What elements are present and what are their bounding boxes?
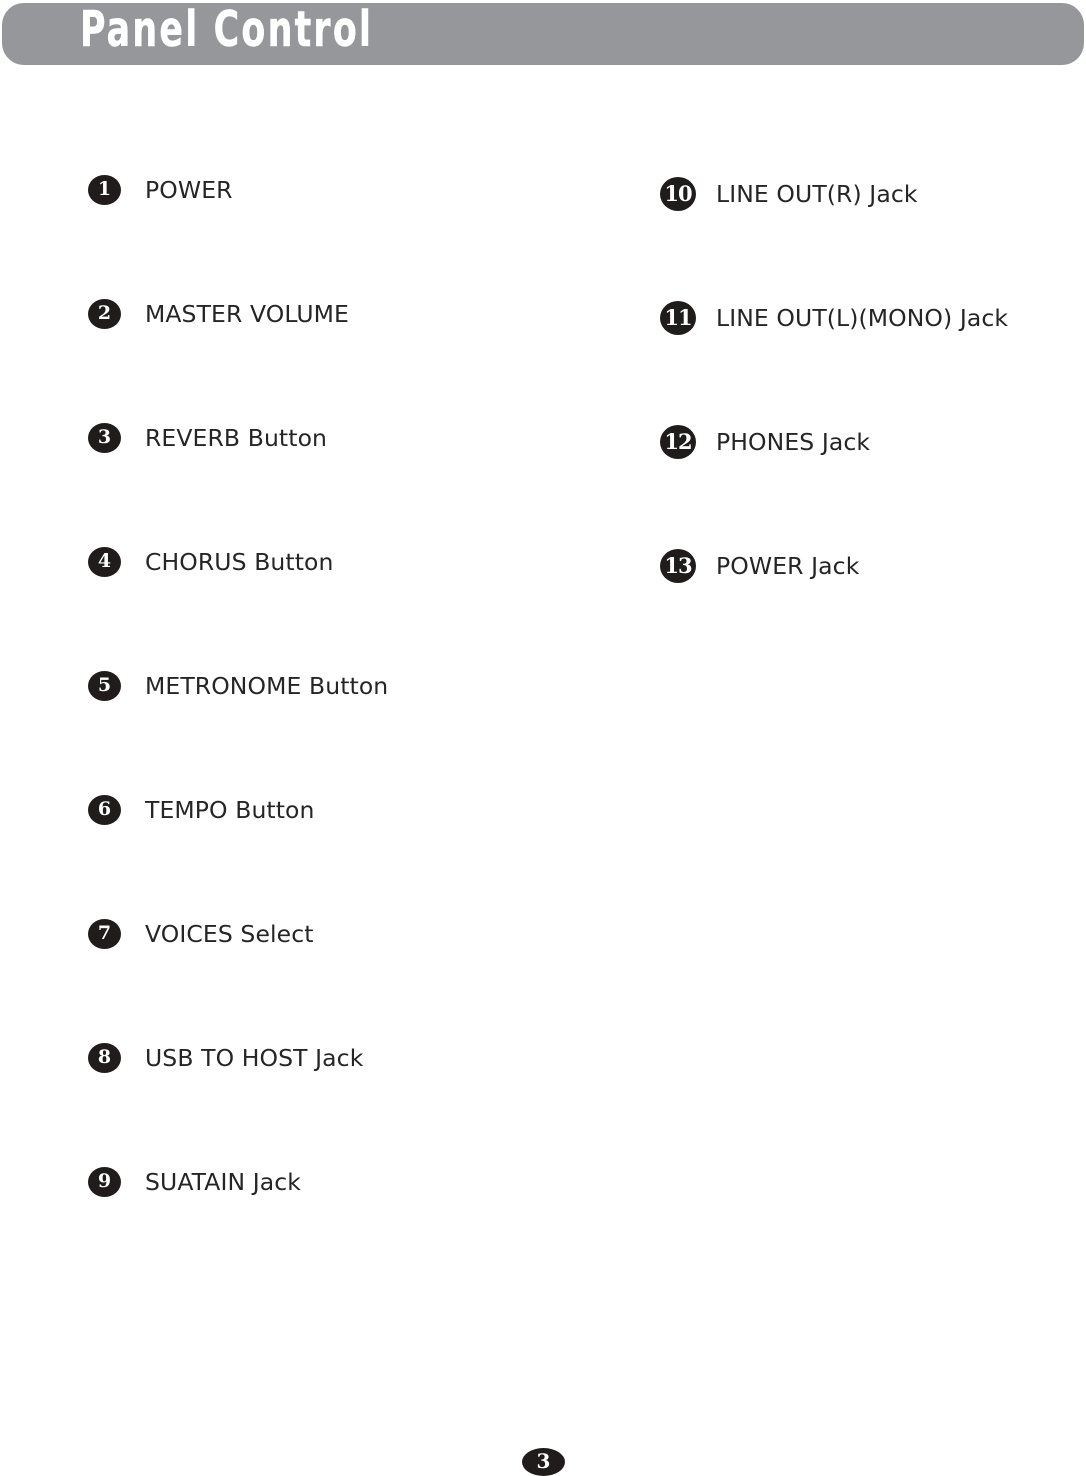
- callout-number-badge-8: 8: [88, 1043, 121, 1073]
- panel-item-label: POWER Jack: [716, 552, 860, 580]
- panel-item-label: REVERB Button: [145, 424, 328, 452]
- panel-item-label: VOICES Select: [145, 920, 314, 948]
- callout-number-badge-13: 13: [660, 549, 696, 583]
- callout-number-badge-12: 12: [660, 425, 696, 459]
- panel-item-label: POWER: [145, 176, 233, 204]
- callout-number-badge-7: 7: [88, 919, 121, 949]
- panel-item-label: METRONOME Button: [145, 672, 389, 700]
- callout-number-badge-3: 3: [88, 423, 121, 453]
- page-title: Panel Control: [80, 1, 374, 59]
- callout-number-badge-6: 6: [88, 795, 121, 825]
- panel-item-label: LINE OUT(L)(MONO) Jack: [716, 304, 1009, 332]
- callout-number-badge-1: 1: [88, 175, 121, 205]
- callout-number-badge-10: 10: [660, 177, 696, 211]
- callout-number-badge-11: 11: [660, 301, 696, 335]
- panel-item-label: CHORUS Button: [145, 548, 334, 576]
- callout-number-badge-5: 5: [88, 671, 121, 701]
- panel-item-label: LINE OUT(R) Jack: [716, 180, 918, 208]
- callout-number-badge-9: 9: [88, 1167, 121, 1197]
- panel-item-label: TEMPO Button: [145, 796, 315, 824]
- page-header-banner: Panel Control: [2, 3, 1084, 65]
- callout-number-badge-2: 2: [88, 299, 121, 329]
- callout-number-badge-4: 4: [88, 547, 121, 577]
- page-number-text: 3: [536, 1449, 551, 1473]
- panel-item-label: PHONES Jack: [716, 428, 871, 456]
- page-number-badge: 3: [522, 1448, 565, 1476]
- panel-item-label: MASTER VOLUME: [145, 300, 349, 328]
- panel-item-label: USB TO HOST Jack: [145, 1044, 364, 1072]
- panel-item-label: SUATAIN Jack: [145, 1168, 302, 1196]
